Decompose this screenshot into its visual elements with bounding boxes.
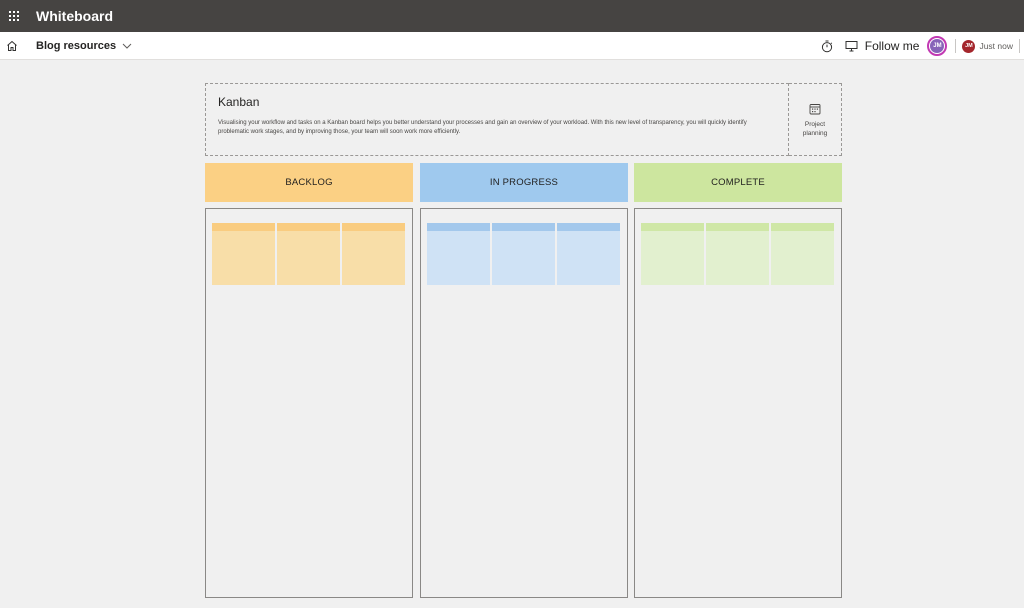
sticky-note-header — [706, 223, 769, 231]
sticky-note[interactable] — [706, 223, 769, 285]
board-menu-button[interactable] — [122, 43, 132, 49]
last-edit-time: Just now — [979, 41, 1013, 51]
column-backlog[interactable] — [205, 208, 413, 598]
collaborator-avatar[interactable]: JM — [962, 39, 976, 53]
column-complete[interactable] — [634, 208, 842, 598]
sticky-note[interactable] — [557, 223, 620, 285]
sticky-note[interactable] — [427, 223, 490, 285]
sticky-note[interactable] — [212, 223, 275, 285]
app-launcher-button[interactable] — [0, 0, 28, 32]
column-header-in-progress[interactable]: IN PROGRESS — [420, 163, 628, 202]
sticky-note-header — [771, 223, 834, 231]
sticky-note[interactable] — [641, 223, 704, 285]
sticky-notes-in-progress — [427, 223, 620, 285]
sticky-note-header — [641, 223, 704, 231]
column-header-backlog[interactable]: BACKLOG — [205, 163, 413, 202]
project-planning-label: Project planning — [802, 121, 828, 137]
home-button[interactable] — [1, 32, 23, 60]
command-bar: Blog resources Follow me JM JM Just now — [0, 32, 1024, 60]
sticky-note-header — [277, 223, 340, 231]
sticky-note-header — [342, 223, 405, 231]
sticky-note-header — [492, 223, 555, 231]
kanban-description: Visualising your workflow and tasks on a… — [218, 120, 747, 135]
sticky-note[interactable] — [277, 223, 340, 285]
sticky-note[interactable] — [342, 223, 405, 285]
project-planning-card[interactable]: Project planning — [789, 83, 842, 156]
chevron-down-icon — [122, 43, 132, 49]
sticky-notes-complete — [641, 223, 834, 285]
divider — [1019, 39, 1020, 53]
home-icon — [7, 40, 17, 51]
present-icon — [845, 41, 858, 52]
column-in-progress[interactable] — [420, 208, 628, 598]
timer-icon — [821, 40, 832, 52]
sticky-notes-backlog — [212, 223, 405, 285]
avatar-initials: JM — [930, 39, 945, 53]
app-title[interactable]: Whiteboard — [36, 8, 113, 24]
sticky-note-header — [212, 223, 275, 231]
calendar-icon — [809, 104, 821, 115]
kanban-description-card[interactable]: Kanban Visualising your workflow and tas… — [205, 83, 789, 156]
sticky-note-header — [557, 223, 620, 231]
follow-me-label: Follow me — [864, 39, 920, 53]
waffle-icon — [9, 11, 19, 21]
follow-me-button[interactable]: Follow me — [845, 32, 920, 60]
kanban-title: Kanban — [218, 95, 260, 109]
board-name[interactable]: Blog resources — [36, 40, 116, 52]
sticky-note[interactable] — [492, 223, 555, 285]
divider — [955, 39, 957, 53]
app-bar: Whiteboard — [0, 0, 1024, 32]
user-avatar[interactable]: JM — [927, 36, 948, 56]
sticky-note[interactable] — [771, 223, 834, 285]
sticky-note-header — [427, 223, 490, 231]
timer-button[interactable] — [817, 32, 837, 60]
column-header-complete[interactable]: COMPLETE — [634, 163, 842, 202]
